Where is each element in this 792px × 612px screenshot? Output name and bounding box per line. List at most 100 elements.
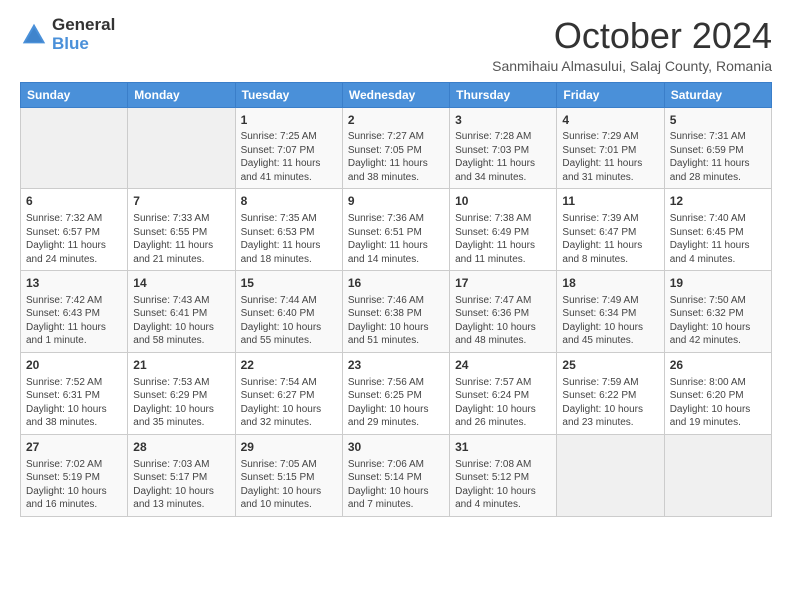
day-number: 17 bbox=[455, 275, 551, 292]
day-info: Sunrise: 7:46 AM Sunset: 6:38 PM Dayligh… bbox=[348, 294, 444, 348]
calendar-cell: 10 Sunrise: 7:38 AM Sunset: 6:49 PM Dayli… bbox=[450, 189, 557, 271]
day-number: 16 bbox=[348, 275, 444, 292]
calendar-cell: 23 Sunrise: 7:56 AM Sunset: 6:25 PM Dayli… bbox=[342, 352, 449, 434]
day-info: Sunrise: 7:56 AM Sunset: 6:25 PM Dayligh… bbox=[348, 376, 444, 430]
day-info: Sunrise: 8:00 AM Sunset: 6:20 PM Dayligh… bbox=[670, 376, 766, 430]
subtitle: Sanmihaiu Almasului, Salaj County, Roman… bbox=[492, 58, 772, 74]
day-number: 31 bbox=[455, 439, 551, 456]
day-info: Sunrise: 7:54 AM Sunset: 6:27 PM Dayligh… bbox=[241, 376, 337, 430]
day-number: 15 bbox=[241, 275, 337, 292]
day-number: 3 bbox=[455, 112, 551, 129]
day-number: 25 bbox=[562, 357, 658, 374]
calendar-cell: 19Sunrise: 7:50 AM Sunset: 6:32 PM Dayli… bbox=[664, 271, 771, 353]
day-number: 26 bbox=[670, 357, 766, 374]
day-number: 7 bbox=[133, 193, 229, 210]
day-info: Sunrise: 7:57 AM Sunset: 6:24 PM Dayligh… bbox=[455, 376, 551, 430]
header-day-sunday: Sunday bbox=[21, 82, 128, 107]
header-day-wednesday: Wednesday bbox=[342, 82, 449, 107]
calendar-cell: 26 Sunrise: 8:00 AM Sunset: 6:20 PM Dayli… bbox=[664, 352, 771, 434]
day-info: Sunrise: 7:44 AM Sunset: 6:40 PM Dayligh… bbox=[241, 294, 337, 348]
day-number: 21 bbox=[133, 357, 229, 374]
header-day-thursday: Thursday bbox=[450, 82, 557, 107]
day-number: 13 bbox=[26, 275, 122, 292]
calendar-cell: 11 Sunrise: 7:39 AM Sunset: 6:47 PM Dayli… bbox=[557, 189, 664, 271]
calendar-cell: 5Sunrise: 7:31 AM Sunset: 6:59 PM Daylig… bbox=[664, 107, 771, 189]
calendar-cell: 20 Sunrise: 7:52 AM Sunset: 6:31 PM Dayli… bbox=[21, 352, 128, 434]
calendar-cell: 16 Sunrise: 7:46 AM Sunset: 6:38 PM Dayli… bbox=[342, 271, 449, 353]
day-info: Sunrise: 7:28 AM Sunset: 7:03 PM Dayligh… bbox=[455, 130, 551, 184]
day-info: Sunrise: 7:39 AM Sunset: 6:47 PM Dayligh… bbox=[562, 212, 658, 266]
day-number: 1 bbox=[241, 112, 337, 129]
day-info: Sunrise: 7:52 AM Sunset: 6:31 PM Dayligh… bbox=[26, 376, 122, 430]
calendar-cell: 22 Sunrise: 7:54 AM Sunset: 6:27 PM Dayli… bbox=[235, 352, 342, 434]
day-info: Sunrise: 7:47 AM Sunset: 6:36 PM Dayligh… bbox=[455, 294, 551, 348]
day-info: Sunrise: 7:50 AM Sunset: 6:32 PM Dayligh… bbox=[670, 294, 766, 348]
header-day-tuesday: Tuesday bbox=[235, 82, 342, 107]
calendar-cell: 30Sunrise: 7:06 AM Sunset: 5:14 PM Dayli… bbox=[342, 434, 449, 516]
week-row-4: 27 Sunrise: 7:02 AM Sunset: 5:19 PM Dayli… bbox=[21, 434, 772, 516]
day-number: 24 bbox=[455, 357, 551, 374]
month-title: October 2024 bbox=[492, 16, 772, 56]
day-number: 27 bbox=[26, 439, 122, 456]
day-number: 22 bbox=[241, 357, 337, 374]
calendar-cell: 27 Sunrise: 7:02 AM Sunset: 5:19 PM Dayli… bbox=[21, 434, 128, 516]
day-info: Sunrise: 7:59 AM Sunset: 6:22 PM Dayligh… bbox=[562, 376, 658, 430]
calendar-cell: 4Sunrise: 7:29 AM Sunset: 7:01 PM Daylig… bbox=[557, 107, 664, 189]
header-day-saturday: Saturday bbox=[664, 82, 771, 107]
title-block: October 2024 Sanmihaiu Almasului, Salaj … bbox=[492, 16, 772, 74]
day-number: 23 bbox=[348, 357, 444, 374]
day-info: Sunrise: 7:05 AM Sunset: 5:15 PM Dayligh… bbox=[241, 458, 337, 512]
day-info: Sunrise: 7:06 AM Sunset: 5:14 PM Dayligh… bbox=[348, 458, 444, 512]
calendar-cell bbox=[128, 107, 235, 189]
calendar-cell: 7 Sunrise: 7:33 AM Sunset: 6:55 PM Daylig… bbox=[128, 189, 235, 271]
calendar-cell: 14 Sunrise: 7:43 AM Sunset: 6:41 PM Dayli… bbox=[128, 271, 235, 353]
day-info: Sunrise: 7:49 AM Sunset: 6:34 PM Dayligh… bbox=[562, 294, 658, 348]
header-day-monday: Monday bbox=[128, 82, 235, 107]
calendar-cell: 3Sunrise: 7:28 AM Sunset: 7:03 PM Daylig… bbox=[450, 107, 557, 189]
day-info: Sunrise: 7:42 AM Sunset: 6:43 PM Dayligh… bbox=[26, 294, 122, 348]
day-info: Sunrise: 7:33 AM Sunset: 6:55 PM Dayligh… bbox=[133, 212, 229, 266]
day-info: Sunrise: 7:08 AM Sunset: 5:12 PM Dayligh… bbox=[455, 458, 551, 512]
day-number: 14 bbox=[133, 275, 229, 292]
day-info: Sunrise: 7:02 AM Sunset: 5:19 PM Dayligh… bbox=[26, 458, 122, 512]
header-row: SundayMondayTuesdayWednesdayThursdayFrid… bbox=[21, 82, 772, 107]
day-number: 12 bbox=[670, 193, 766, 210]
week-row-0: 1Sunrise: 7:25 AM Sunset: 7:07 PM Daylig… bbox=[21, 107, 772, 189]
day-number: 2 bbox=[348, 112, 444, 129]
logo-blue-text: Blue bbox=[52, 35, 115, 54]
calendar-cell: 6 Sunrise: 7:32 AM Sunset: 6:57 PM Daylig… bbox=[21, 189, 128, 271]
day-number: 20 bbox=[26, 357, 122, 374]
day-number: 28 bbox=[133, 439, 229, 456]
day-number: 10 bbox=[455, 193, 551, 210]
day-info: Sunrise: 7:38 AM Sunset: 6:49 PM Dayligh… bbox=[455, 212, 551, 266]
day-number: 11 bbox=[562, 193, 658, 210]
calendar-cell: 15 Sunrise: 7:44 AM Sunset: 6:40 PM Dayli… bbox=[235, 271, 342, 353]
week-row-3: 20 Sunrise: 7:52 AM Sunset: 6:31 PM Dayli… bbox=[21, 352, 772, 434]
calendar-cell: 8Sunrise: 7:35 AM Sunset: 6:53 PM Daylig… bbox=[235, 189, 342, 271]
day-info: Sunrise: 7:03 AM Sunset: 5:17 PM Dayligh… bbox=[133, 458, 229, 512]
calendar-header: SundayMondayTuesdayWednesdayThursdayFrid… bbox=[21, 82, 772, 107]
calendar-table: SundayMondayTuesdayWednesdayThursdayFrid… bbox=[20, 82, 772, 517]
day-number: 6 bbox=[26, 193, 122, 210]
logo-icon bbox=[20, 21, 48, 49]
logo: General Blue bbox=[20, 16, 115, 53]
day-info: Sunrise: 7:36 AM Sunset: 6:51 PM Dayligh… bbox=[348, 212, 444, 266]
calendar-cell: 18 Sunrise: 7:49 AM Sunset: 6:34 PM Dayli… bbox=[557, 271, 664, 353]
calendar-cell: 13 Sunrise: 7:42 AM Sunset: 6:43 PM Dayli… bbox=[21, 271, 128, 353]
calendar-cell: 29Sunrise: 7:05 AM Sunset: 5:15 PM Dayli… bbox=[235, 434, 342, 516]
calendar-cell: 31 Sunrise: 7:08 AM Sunset: 5:12 PM Dayli… bbox=[450, 434, 557, 516]
calendar-cell: 2Sunrise: 7:27 AM Sunset: 7:05 PM Daylig… bbox=[342, 107, 449, 189]
day-info: Sunrise: 7:43 AM Sunset: 6:41 PM Dayligh… bbox=[133, 294, 229, 348]
day-info: Sunrise: 7:31 AM Sunset: 6:59 PM Dayligh… bbox=[670, 130, 766, 184]
calendar-cell: 28 Sunrise: 7:03 AM Sunset: 5:17 PM Dayli… bbox=[128, 434, 235, 516]
calendar-cell bbox=[664, 434, 771, 516]
calendar-cell bbox=[557, 434, 664, 516]
calendar-cell: 12Sunrise: 7:40 AM Sunset: 6:45 PM Dayli… bbox=[664, 189, 771, 271]
calendar-cell: 24 Sunrise: 7:57 AM Sunset: 6:24 PM Dayli… bbox=[450, 352, 557, 434]
logo-general-text: General bbox=[52, 16, 115, 35]
day-info: Sunrise: 7:25 AM Sunset: 7:07 PM Dayligh… bbox=[241, 130, 337, 184]
day-number: 18 bbox=[562, 275, 658, 292]
calendar-cell: 21Sunrise: 7:53 AM Sunset: 6:29 PM Dayli… bbox=[128, 352, 235, 434]
day-info: Sunrise: 7:32 AM Sunset: 6:57 PM Dayligh… bbox=[26, 212, 122, 266]
day-number: 5 bbox=[670, 112, 766, 129]
